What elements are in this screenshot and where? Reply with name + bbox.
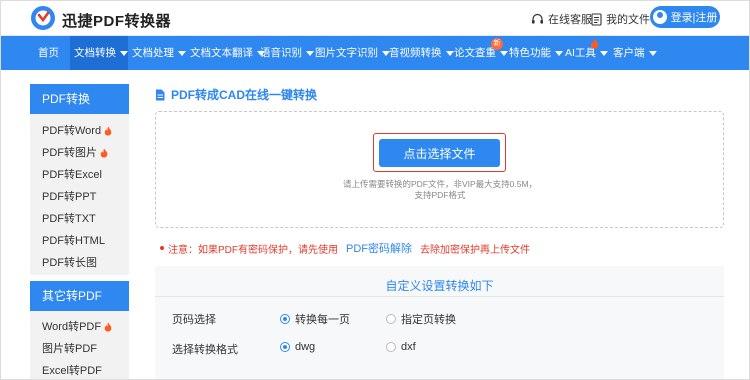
radio-selected-icon — [280, 314, 290, 324]
nav-doc-convert[interactable]: 文档转换 — [70, 36, 128, 70]
sidebar-item-pdf-to-ppt[interactable]: PDF转PPT — [30, 186, 129, 208]
radio-unselected-icon — [386, 314, 396, 324]
sidebar-group-pdf-convert-title: PDF转换 — [30, 84, 129, 114]
nav-ai-tools[interactable]: AI工具 — [561, 36, 612, 70]
sidebar-item-label: PDF转图片 — [42, 147, 97, 159]
sidebar-item-label: Word转PDF — [42, 321, 102, 333]
sidebar-group-to-pdf-title: 其它转PDF — [30, 281, 129, 311]
nav-label: 文档文本翻译 — [190, 47, 253, 59]
notice-suffix: 去除加密保护再上传文件 — [420, 244, 530, 256]
document-icon — [156, 89, 165, 100]
nav-label: 客户端 — [613, 47, 645, 59]
sidebar-item-pdf-to-html[interactable]: PDF转HTML — [30, 230, 129, 252]
headset-icon — [532, 13, 543, 24]
document-icon — [591, 12, 602, 26]
brand-name[interactable]: 迅捷PDF转换器 — [62, 10, 171, 31]
nav-doc-process[interactable]: 文档处理 — [128, 36, 190, 70]
nav-client[interactable]: 客户端 — [609, 36, 661, 70]
nav-features[interactable]: 特色功能 — [505, 36, 567, 70]
sidebar-item-label: PDF转HTML — [42, 235, 105, 247]
nav-label: 音视频转换 — [389, 47, 442, 59]
fire-icon — [104, 322, 112, 332]
password-notice: 注意：如果PDF有密码保护，请先使用 PDF密码解除 去除加密保护再上传文件 — [160, 240, 530, 256]
sidebar-item-label: PDF转Excel — [42, 169, 102, 181]
sidebar-group-pdf-convert: PDF转Word PDF转图片 PDF转Excel PDF转PPT PDF转TX… — [30, 114, 129, 275]
chevron-down-icon — [120, 50, 128, 56]
radio-convert-every-page[interactable]: 转换每一页 — [280, 311, 350, 327]
sidebar-item-pdf-to-word[interactable]: PDF转Word — [30, 120, 129, 142]
radio-unselected-icon — [386, 342, 396, 352]
customer-service-label: 在线客服 — [548, 14, 592, 26]
fire-icon — [100, 148, 108, 158]
nav-image-ocr[interactable]: 图片文字识别 — [311, 36, 394, 70]
my-files-link[interactable]: 我的文件 — [591, 11, 650, 27]
sidebar-item-label: Excel转PDF — [42, 365, 102, 377]
nav-av-convert[interactable]: 音视频转换 — [385, 36, 458, 70]
sidebar-item-pdf-to-long-image[interactable]: PDF转长图 — [30, 252, 129, 274]
logo-icon[interactable] — [30, 5, 56, 31]
sidebar-item-pdf-to-txt[interactable]: PDF转TXT — [30, 208, 129, 230]
radio-format-dwg[interactable]: dwg — [280, 341, 315, 353]
radio-label: dwg — [295, 341, 316, 353]
main-nav: 首页 文档转换 文档处理 文档文本翻译 语音识别 图片文字识别 音视频转换 论文… — [0, 36, 750, 70]
chevron-down-icon — [599, 50, 608, 56]
format-select-label: 选择转换格式 — [172, 344, 238, 356]
my-files-label: 我的文件 — [606, 14, 650, 26]
login-register-button[interactable]: 登录|注册 — [650, 6, 720, 28]
nav-label: 特色功能 — [509, 47, 551, 59]
login-register-label: 登录|注册 — [670, 12, 718, 24]
pdf-password-remove-link[interactable]: PDF密码解除 — [342, 240, 416, 256]
customer-service-link[interactable]: 在线客服 — [531, 11, 592, 27]
radio-label: 指定页转换 — [401, 314, 456, 326]
nav-home[interactable]: 首页 — [34, 36, 63, 70]
chevron-down-icon — [648, 50, 657, 56]
sidebar-item-pdf-to-excel[interactable]: PDF转Excel — [30, 164, 129, 186]
fire-icon — [104, 126, 112, 136]
sidebar-item-pdf-to-image[interactable]: PDF转图片 — [30, 142, 129, 164]
sidebar-group-to-pdf: Word转PDF 图片转PDF Excel转PDF — [30, 311, 129, 380]
page-title-row: PDF转成CAD在线一键转换 — [155, 86, 317, 103]
nav-label: 文档转换 — [74, 47, 116, 59]
sidebar-item-excel-to-pdf[interactable]: Excel转PDF — [30, 360, 129, 380]
page-select-label: 页码选择 — [172, 314, 216, 326]
radio-label: dxf — [401, 341, 416, 353]
sidebar-item-label: PDF转TXT — [42, 213, 96, 225]
nav-label: 论文查重 — [454, 47, 496, 59]
user-avatar-icon — [652, 10, 667, 24]
sidebar-item-word-to-pdf[interactable]: Word转PDF — [30, 316, 129, 338]
top-header: 迅捷PDF转换器 在线客服 我的文件 登录|注册 — [0, 0, 750, 36]
new-badge: 新 — [491, 38, 503, 50]
sidebar-item-label: PDF转长图 — [42, 257, 97, 269]
upload-hint-line-2: 支持PDF格式 — [414, 190, 466, 200]
sidebar-item-label: PDF转Word — [42, 125, 102, 137]
sidebar-item-label: PDF转PPT — [42, 191, 97, 203]
sidebar-item-image-to-pdf[interactable]: 图片转PDF — [30, 338, 129, 360]
nav-label: 首页 — [38, 47, 59, 59]
radio-label: 转换每一页 — [295, 314, 350, 326]
radio-selected-icon — [280, 342, 290, 352]
notice-prefix: 注意：如果PDF有密码保护，请先使用 — [168, 244, 338, 256]
sidebar-item-label: 图片转PDF — [42, 343, 97, 355]
nav-label: 语音识别 — [260, 47, 302, 59]
page-title: PDF转成CAD在线一键转换 — [171, 88, 317, 102]
nav-label: 文档处理 — [132, 47, 174, 59]
settings-title: 自定义设置转换如下 — [385, 279, 494, 293]
radio-format-dxf[interactable]: dxf — [386, 341, 416, 353]
chevron-down-icon — [178, 50, 186, 56]
settings-divider — [155, 296, 724, 297]
fire-icon — [590, 38, 599, 49]
bullet-dot-icon — [160, 246, 164, 250]
nav-speech-recognition[interactable]: 语音识别 — [256, 36, 318, 70]
nav-label: 图片文字识别 — [315, 47, 378, 59]
choose-file-button[interactable]: 点击选择文件 — [379, 139, 500, 167]
radio-specific-pages[interactable]: 指定页转换 — [386, 311, 456, 327]
